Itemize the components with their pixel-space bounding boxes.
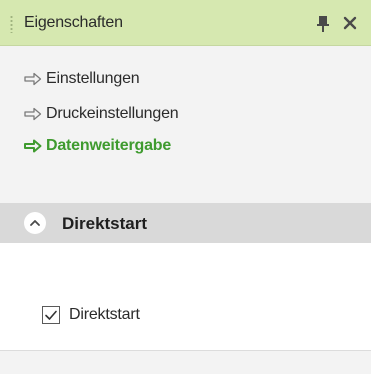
title-bar[interactable]: Eigenschaften xyxy=(0,0,371,46)
panel-footer xyxy=(0,352,371,374)
nav-item-einstellungen[interactable]: Einstellungen xyxy=(24,68,140,90)
checkmark-icon xyxy=(45,310,57,320)
section-header-direktstart[interactable]: Direktstart xyxy=(0,203,371,243)
arrow-right-icon xyxy=(24,107,42,121)
nav-item-label: Druckeinstellungen xyxy=(46,105,179,122)
nav-item-druckeinstellungen[interactable]: Druckeinstellungen xyxy=(24,103,179,125)
properties-panel: Eigenschaften Einstellungen Druckeinstel… xyxy=(0,0,371,374)
panel-title: Eigenschaften xyxy=(24,14,123,31)
nav-item-label: Einstellungen xyxy=(46,70,140,87)
arrow-right-icon xyxy=(24,139,42,153)
navigation-list: Einstellungen Druckeinstellungen Datenwe… xyxy=(0,46,371,203)
arrow-right-icon xyxy=(24,72,42,86)
direktstart-checkbox-row[interactable]: Direktstart xyxy=(42,304,140,326)
drag-grip-icon[interactable] xyxy=(10,15,13,33)
checkbox-label: Direktstart xyxy=(69,306,140,323)
section-title: Direktstart xyxy=(62,214,148,233)
nav-item-label: Datenweitergabe xyxy=(46,137,172,154)
pin-icon[interactable] xyxy=(316,14,330,34)
chevron-up-icon[interactable] xyxy=(24,212,46,234)
direktstart-checkbox[interactable] xyxy=(42,306,60,324)
section-body: Direktstart xyxy=(0,243,371,351)
close-icon[interactable] xyxy=(343,16,357,30)
nav-item-datenweitergabe[interactable]: Datenweitergabe xyxy=(24,135,171,157)
